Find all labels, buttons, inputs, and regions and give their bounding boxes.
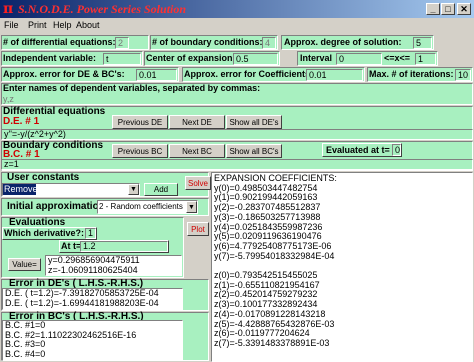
show-all-bc-button[interactable]: Show all BC's	[226, 144, 282, 158]
dep-vars-field[interactable]: y,z	[3, 94, 14, 104]
menu-help[interactable]: Help	[53, 20, 72, 30]
err-coef-field[interactable]: 0.01	[306, 69, 363, 81]
coef-z-line: z(7)=-5.3391483378891E-03	[214, 337, 330, 348]
dep-vars-label: Enter names of dependent variables, sepa…	[3, 83, 261, 93]
interval-operator: <=x<=	[384, 53, 411, 63]
err-de-label: Approx. error for DE & BC's:	[3, 69, 125, 79]
degree-field[interactable]: 5	[413, 37, 432, 49]
degree-label: Approx. degree of solution:	[284, 37, 402, 47]
max-iter-field[interactable]: 10	[455, 69, 471, 81]
maximize-button[interactable]: □	[441, 3, 455, 15]
evaluated-field[interactable]: 0	[392, 144, 401, 156]
interval-to-field[interactable]: 1	[415, 53, 436, 65]
de-equation-field[interactable]: y''=-y/(z^2+y^2)	[1, 129, 473, 140]
error-bc-line: B.C. #4=0	[5, 349, 46, 360]
initial-approx-value: 2 - Random coefficients	[99, 202, 183, 211]
de-current-label: D.E. # 1	[3, 116, 40, 127]
at-t-field[interactable]: 1.2	[80, 241, 168, 252]
previous-de-button[interactable]: Previous DE	[112, 115, 168, 129]
max-iter-label: Max. # of iterations:	[369, 69, 454, 79]
menu-about[interactable]: About	[76, 20, 100, 30]
num-bc-label: # of boundary conditions:	[152, 37, 263, 47]
solve-button[interactable]: Solve	[185, 176, 211, 190]
initial-approx-label: Initial approximation	[7, 201, 105, 212]
num-de-field[interactable]: 2	[115, 37, 129, 49]
evaluation-results: y=0.296856904475911 z=-1.06091180625404	[45, 255, 182, 276]
result-z: z=-1.06091180625404	[48, 264, 138, 275]
num-bc-field[interactable]: 4	[262, 37, 276, 49]
next-bc-button[interactable]: Next BC	[169, 144, 225, 158]
evaluated-label: Evaluated at t=	[326, 145, 390, 155]
next-de-button[interactable]: Next DE	[169, 115, 225, 129]
error-bc-list: B.C. #1=0 B.C. #2=1.11022302462516E-16 B…	[2, 320, 183, 361]
error-de-line: D.E. ( t=1.2)=-1.69944181988203E-04	[5, 297, 159, 308]
user-constants-select-value: Remove	[3, 184, 38, 195]
indep-field[interactable]: t	[103, 53, 141, 65]
interval-label: Interval	[300, 53, 333, 63]
app-pi-icon: π	[3, 1, 14, 17]
app-window: π S.N.O.D.E. Power Series Solution _ □ ✕…	[0, 0, 474, 362]
close-button[interactable]: ✕	[457, 3, 471, 15]
bc-condition-field[interactable]: z=1	[1, 159, 473, 170]
chevron-down-icon[interactable]: ▼	[128, 184, 139, 195]
chevron-down-icon[interactable]: ▼	[186, 201, 197, 213]
user-constants-header: User constants	[7, 172, 80, 183]
interval-from-field[interactable]: 0	[336, 53, 382, 65]
add-constant-button[interactable]: Add	[144, 183, 178, 196]
minimize-button[interactable]: _	[426, 3, 440, 15]
menu-print[interactable]: Print	[28, 20, 47, 30]
center-label: Center of expansion:	[146, 53, 236, 63]
num-de-label: # of differential equations:	[3, 37, 116, 47]
plot-button[interactable]: Plot	[187, 222, 209, 236]
err-de-field[interactable]: 0.01	[136, 69, 177, 81]
indep-label: Independent variable:	[3, 53, 97, 63]
previous-bc-button[interactable]: Previous BC	[112, 144, 168, 158]
value-button[interactable]: Value=	[8, 258, 41, 271]
coef-y-line: y(7)=-5.79954018332984E-04	[214, 250, 335, 261]
show-all-de-button[interactable]: Show all DE's	[226, 115, 282, 129]
error-de-list: D.E. ( t=1.2)=-7.39182705853725E-04 D.E.…	[2, 288, 183, 310]
center-field[interactable]: 0.5	[233, 53, 278, 65]
menu-file[interactable]: File	[4, 20, 19, 30]
coefficients-output[interactable]: EXPANSION COEFFICIENTS: y(0)=0.498503447…	[211, 172, 473, 362]
err-coef-label: Approx. error for Coefficients:	[184, 69, 314, 79]
which-deriv-field[interactable]: 1	[85, 228, 96, 239]
which-deriv-label: Which derivative?:	[4, 228, 85, 238]
at-t-label: At t=	[61, 241, 82, 251]
window-title: S.N.O.D.E. Power Series Solution	[18, 2, 187, 16]
